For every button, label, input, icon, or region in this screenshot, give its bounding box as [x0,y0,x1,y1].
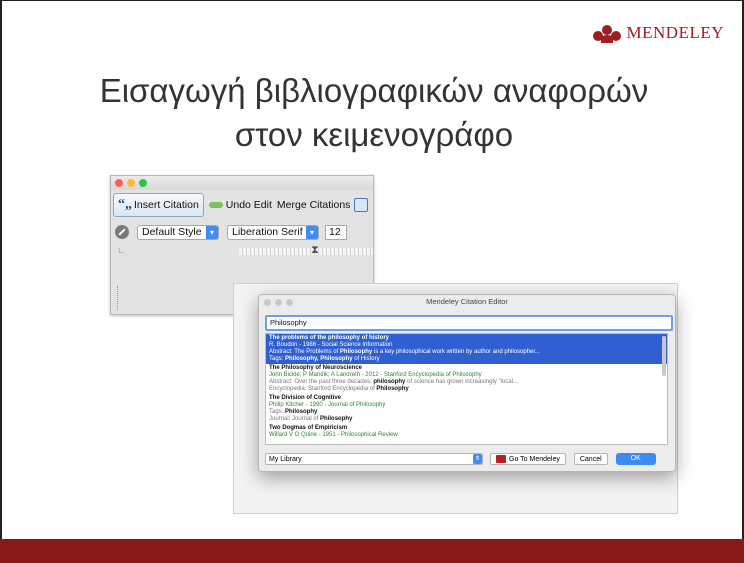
chevron-down-icon: ▾ [306,225,318,239]
style-select[interactable]: Default Style ▾ [137,224,219,240]
mendeley-toolbar: “„ Insert Citation Undo Edit Merge Citat… [111,192,373,218]
library-select[interactable]: My Library ⇕ [265,453,483,465]
window-titlebar [111,176,373,190]
page-margin-marker [117,286,122,310]
indent-marker-icon[interactable]: ⧗ [311,244,319,257]
result-authors: Willard V O Quine - 1951 - Philosophical… [269,432,398,438]
mendeley-logo: MENDELEY [592,23,724,43]
go-to-mendeley-button[interactable]: Go To Mendeley [490,453,566,465]
library-select-value: My Library [269,455,302,463]
close-dialog-button[interactable] [264,299,271,306]
font-size-input[interactable]: 12 [325,224,347,240]
chevron-down-icon: ▾ [206,225,218,239]
merge-citations-button[interactable]: Merge Citations [277,199,351,211]
footer-bar [0,539,744,563]
mendeley-icon [496,455,506,463]
dialog-footer: My Library ⇕ Go To Mendeley Cancel OK [265,452,669,466]
formatting-toolbar: Default Style ▾ Liberation Serif ▾ 12 [111,222,373,242]
slide-title-line1: Εισαγωγή βιβλιογραφικών αναφορών [99,72,649,109]
ok-button[interactable]: OK [615,453,656,465]
chevron-updown-icon: ⇕ [473,454,482,464]
result-authors: Philip Kitcher - 1990 - Journal of Philo… [269,402,386,408]
minimize-window-button[interactable] [127,179,135,187]
results-scrollbar[interactable] [662,336,666,376]
result-extra: Journal: Journal of Philosophy [269,416,353,422]
dialog-title: Mendeley Citation Editor [426,297,508,306]
result-title: The problems of the philosophy of histor… [269,335,390,341]
dialog-titlebar: Mendeley Citation Editor [259,295,675,309]
undo-arrow-icon [208,202,223,208]
result-detail: Abstract: The Problems of Philosophy is … [269,349,541,355]
ruler[interactable]: ∟ ⧗ [111,244,373,258]
result-item[interactable]: Two Dogmas of Empiricism Willard V O Qui… [266,424,667,440]
result-authors: John Bickle; P Mandik; A Landreth - 2012… [269,372,482,378]
result-extra: Tags: Philosophy, Philosophy of History [269,356,380,362]
slide-title-line2: στον κειμενογράφο [234,116,514,153]
cancel-button[interactable]: Cancel [573,453,608,465]
result-detail: Abstract: Over the past three decades, p… [269,379,518,385]
maximize-window-button[interactable] [139,179,147,187]
result-title: The Division of Cognitive [269,395,342,401]
maximize-dialog-button[interactable] [286,299,293,306]
go-to-mendeley-label: Go To Mendeley [509,455,560,463]
result-detail: Tags: Philosophy [269,409,318,415]
no-style-icon[interactable] [115,225,129,239]
result-authors: R. Boudon - 1986 - Social Science Inform… [269,342,393,348]
slide: MENDELEY Εισαγωγή βιβλιογραφικών αναφορώ… [0,0,744,563]
undo-edit-label: Undo Edit [225,199,272,211]
result-title: The Philosophy of Neuroscience [269,365,363,371]
mendeley-people-icon [592,23,621,43]
close-window-button[interactable] [115,179,123,187]
search-input[interactable]: Philosophy [265,315,673,331]
result-item[interactable]: The Philosophy of Neuroscience John Bick… [266,364,667,394]
tab-stop-icon: ∟ [117,245,126,255]
undo-edit-button[interactable]: Undo Edit [208,199,272,211]
quote-icon: “„ [118,197,132,212]
citation-editor-dialog: Mendeley Citation Editor Philosophy The … [258,294,676,472]
insert-citation-label: Insert Citation [134,199,199,211]
results-list[interactable]: The problems of the philosophy of histor… [265,333,668,445]
result-item[interactable]: The problems of the philosophy of histor… [266,334,667,364]
result-title: Two Dogmas of Empiricism [269,425,348,431]
minimize-dialog-button[interactable] [275,299,282,306]
result-extra: Encyclopedia: Stanford Encyclopedia of P… [269,386,409,392]
bibliography-icon[interactable] [354,198,369,212]
ruler-scale [239,248,373,255]
font-select-value: Liberation Serif [232,226,303,238]
style-select-value: Default Style [142,226,202,238]
insert-citation-button[interactable]: “„ Insert Citation [113,193,204,217]
result-item[interactable]: The Division of Cognitive Philip Kitcher… [266,394,667,424]
font-select[interactable]: Liberation Serif ▾ [227,224,319,240]
brand-name: MENDELEY [626,23,724,42]
